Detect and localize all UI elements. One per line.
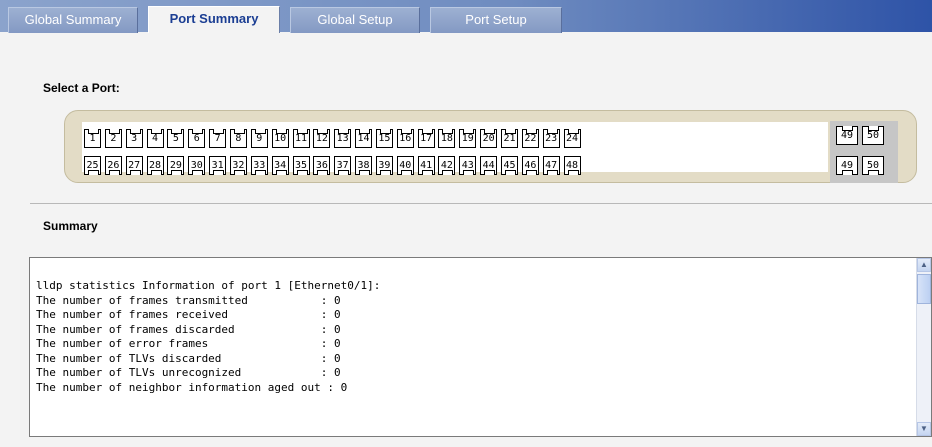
port-43-button[interactable]: 43 — [459, 156, 477, 175]
port-32-button[interactable]: 32 — [229, 156, 247, 175]
port-48-button[interactable]: 48 — [563, 156, 581, 175]
port-39-button[interactable]: 39 — [375, 156, 393, 175]
port-4-button[interactable]: 4 — [146, 129, 164, 148]
tab-global-setup[interactable]: Global Setup — [290, 7, 420, 33]
port-45-button[interactable]: 45 — [501, 156, 518, 175]
port-44-button[interactable]: 44 — [480, 156, 498, 175]
port-22-button[interactable]: 22 — [521, 129, 539, 148]
port-49-button[interactable]: 49 — [836, 126, 858, 145]
vertical-scrollbar[interactable]: ▲ ▼ — [916, 258, 931, 436]
port-42-button[interactable]: 42 — [438, 156, 456, 175]
chevron-down-icon[interactable]: ▼ — [917, 422, 931, 436]
summary-text: lldp statistics Information of port 1 [E… — [36, 279, 381, 394]
port-1-button[interactable]: 1 — [84, 129, 101, 148]
port-10-button[interactable]: 10 — [271, 129, 289, 148]
port-29-button[interactable]: 29 — [167, 156, 185, 175]
section-divider — [30, 203, 932, 204]
port-2-button[interactable]: 2 — [104, 129, 122, 148]
port-7-button[interactable]: 7 — [209, 129, 227, 148]
port-31-button[interactable]: 31 — [209, 156, 227, 175]
port-40-button[interactable]: 40 — [396, 156, 414, 175]
port-38-button[interactable]: 38 — [355, 156, 373, 175]
port-41-button[interactable]: 41 — [417, 156, 435, 175]
port-14-button[interactable]: 14 — [355, 129, 373, 148]
port-23-button[interactable]: 23 — [542, 129, 560, 148]
port-27-button[interactable]: 27 — [125, 156, 143, 175]
port-6-button[interactable]: 6 — [188, 129, 206, 148]
port-25-button[interactable]: 25 — [84, 156, 101, 175]
tab-port-summary[interactable]: Port Summary — [148, 6, 280, 33]
port-13-button[interactable]: 13 — [334, 129, 352, 148]
port-19-button[interactable]: 19 — [459, 129, 477, 148]
port-26-button[interactable]: 26 — [104, 156, 122, 175]
port-12-button[interactable]: 12 — [313, 129, 331, 148]
port-17-button[interactable]: 17 — [417, 129, 435, 148]
port-49-button[interactable]: 49 — [836, 156, 858, 175]
port-47-button[interactable]: 47 — [542, 156, 560, 175]
port-50-button[interactable]: 50 — [862, 156, 884, 175]
port-16-button[interactable]: 16 — [396, 129, 414, 148]
tab-global-summary[interactable]: Global Summary — [8, 7, 138, 33]
port-36-button[interactable]: 36 — [313, 156, 331, 175]
port-18-button[interactable]: 18 — [438, 129, 456, 148]
port-3-button[interactable]: 3 — [125, 129, 143, 148]
scrollbar-thumb[interactable] — [917, 274, 931, 304]
chevron-up-icon[interactable]: ▲ — [917, 258, 931, 272]
port-20-button[interactable]: 20 — [480, 129, 498, 148]
port-11-button[interactable]: 11 — [292, 129, 310, 148]
tab-port-setup[interactable]: Port Setup — [430, 7, 562, 33]
port-37-button[interactable]: 37 — [334, 156, 352, 175]
port-9-button[interactable]: 9 — [250, 129, 268, 148]
port-33-button[interactable]: 33 — [250, 156, 268, 175]
port-15-button[interactable]: 15 — [375, 129, 393, 148]
select-port-label: Select a Port: — [43, 81, 120, 95]
port-21-button[interactable]: 21 — [501, 129, 518, 148]
port-5-button[interactable]: 5 — [167, 129, 185, 148]
summary-textbox[interactable]: lldp statistics Information of port 1 [E… — [29, 257, 932, 437]
port-8-button[interactable]: 8 — [229, 129, 247, 148]
port-50-button[interactable]: 50 — [862, 126, 884, 145]
lldp-window: Global Summary Port Summary Global Setup… — [0, 0, 932, 447]
port-28-button[interactable]: 28 — [146, 156, 164, 175]
port-35-button[interactable]: 35 — [292, 156, 310, 175]
tab-bar: Global Summary Port Summary Global Setup… — [0, 0, 932, 33]
port-34-button[interactable]: 34 — [271, 156, 289, 175]
summary-label: Summary — [43, 219, 98, 233]
port-24-button[interactable]: 24 — [563, 129, 581, 148]
port-30-button[interactable]: 30 — [188, 156, 206, 175]
port-46-button[interactable]: 46 — [521, 156, 539, 175]
